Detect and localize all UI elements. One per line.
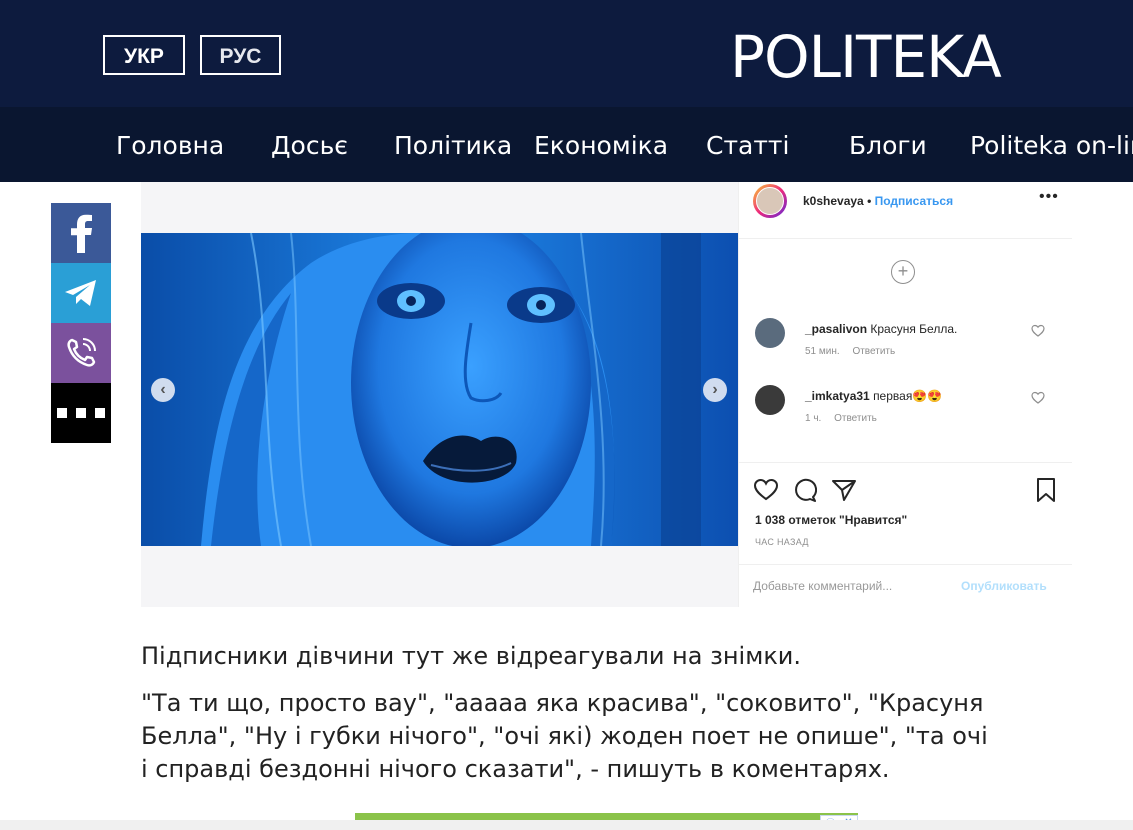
- ig-comment-input[interactable]: [753, 577, 953, 595]
- bottom-bar: [0, 820, 1133, 830]
- nav-item-online[interactable]: Politeka on-line: [970, 129, 1133, 163]
- heart-icon[interactable]: [1031, 324, 1045, 338]
- post-photo: ‹ ›: [141, 233, 738, 546]
- ig-comment-text-row: _imkatya31 первая😍😍: [805, 389, 942, 403]
- ig-avatar[interactable]: [753, 184, 787, 218]
- ig-comment-user[interactable]: _pasalivon: [805, 322, 867, 336]
- nav-item-dossier[interactable]: Досьє: [271, 129, 348, 163]
- site-logo[interactable]: POLITEKA: [730, 22, 1002, 92]
- ig-comment-text-row: _pasalivon Красуня Белла.: [805, 322, 957, 336]
- ig-post-time: ЧАС НАЗАД: [755, 537, 809, 547]
- ig-comment-reply-button[interactable]: Ответить: [852, 346, 895, 357]
- comment-icon[interactable]: [791, 477, 817, 503]
- instagram-sidebar: k0shevaya • Подписаться ••• + _pasalivon…: [738, 182, 1072, 607]
- nav-item-articles[interactable]: Статті: [706, 129, 789, 163]
- share-telegram-button[interactable]: [51, 263, 111, 323]
- ig-comment-text: Красуня Белла.: [870, 322, 958, 336]
- ig-comment-text: первая😍😍: [873, 389, 943, 403]
- ig-username-row: k0shevaya • Подписаться: [803, 194, 954, 208]
- carousel-next-button[interactable]: ›: [703, 378, 727, 402]
- nav-item-blogs[interactable]: Блоги: [849, 129, 927, 163]
- ig-post-header: k0shevaya • Подписаться •••: [739, 182, 1072, 239]
- bookmark-icon[interactable]: [1033, 477, 1059, 503]
- ig-more-options-icon[interactable]: •••: [1039, 188, 1059, 206]
- site-header: УКР РУС POLITEKA: [0, 0, 1133, 107]
- instagram-embed: ‹ › k0shevaya • Подписаться ••• + _pasal…: [141, 182, 1072, 607]
- ig-comment-box: Опубликовать: [739, 564, 1072, 608]
- ig-comment-reply-button[interactable]: Ответить: [834, 413, 877, 424]
- share-icon[interactable]: [831, 477, 857, 503]
- ig-comment-meta: 51 мин. Ответить: [805, 346, 905, 357]
- ig-comment-time: 51 мин.: [805, 346, 840, 357]
- lang-rus-button[interactable]: РУС: [200, 35, 281, 75]
- share-more-button[interactable]: [51, 383, 111, 443]
- article-body: Підписники дівчини тут же відреагували н…: [141, 640, 1001, 800]
- viber-icon: [67, 338, 96, 367]
- like-icon[interactable]: [753, 477, 779, 503]
- telegram-icon: [65, 280, 96, 306]
- ig-actions: 1 038 отметок "Нравится" ЧАС НАЗАД: [739, 462, 1072, 553]
- main-nav: Головна Досьє Політика Економіка Статті …: [0, 107, 1133, 182]
- heart-icon[interactable]: [1031, 391, 1045, 405]
- ig-username[interactable]: k0shevaya: [803, 194, 864, 208]
- nav-item-home[interactable]: Головна: [116, 129, 224, 163]
- share-facebook-button[interactable]: [51, 203, 111, 263]
- ig-comment-avatar[interactable]: [755, 385, 785, 415]
- nav-item-economy[interactable]: Економіка: [534, 129, 668, 163]
- carousel-prev-button[interactable]: ‹: [151, 378, 175, 402]
- ig-comment: _pasalivon Красуня Белла. 51 мин. Ответи…: [755, 316, 1065, 366]
- more-icon: [57, 408, 105, 418]
- nav-item-politics[interactable]: Політика: [394, 129, 512, 163]
- ig-comment-time: 1 ч.: [805, 413, 822, 424]
- share-viber-button[interactable]: [51, 323, 111, 383]
- photo-pane: ‹ ›: [141, 182, 738, 607]
- ig-comment: _imkatya31 первая😍😍 1 ч. Ответить: [755, 383, 1065, 433]
- article-paragraph: Підписники дівчини тут же відреагували н…: [141, 642, 802, 670]
- facebook-icon: [71, 214, 92, 253]
- ig-comment-avatar[interactable]: [755, 318, 785, 348]
- ig-load-more-icon[interactable]: +: [891, 260, 915, 284]
- article-paragraph: "Та ти що, просто вау", "ааааа яка краси…: [141, 689, 988, 783]
- lang-ukr-button[interactable]: УКР: [103, 35, 185, 75]
- ig-comment-user[interactable]: _imkatya31: [805, 389, 870, 403]
- ig-comment-meta: 1 ч. Ответить: [805, 413, 887, 424]
- ig-likes-count[interactable]: 1 038 отметок "Нравится": [755, 513, 907, 527]
- ig-publish-button[interactable]: Опубликовать: [961, 579, 1047, 593]
- ig-follow-button[interactable]: Подписаться: [875, 194, 953, 208]
